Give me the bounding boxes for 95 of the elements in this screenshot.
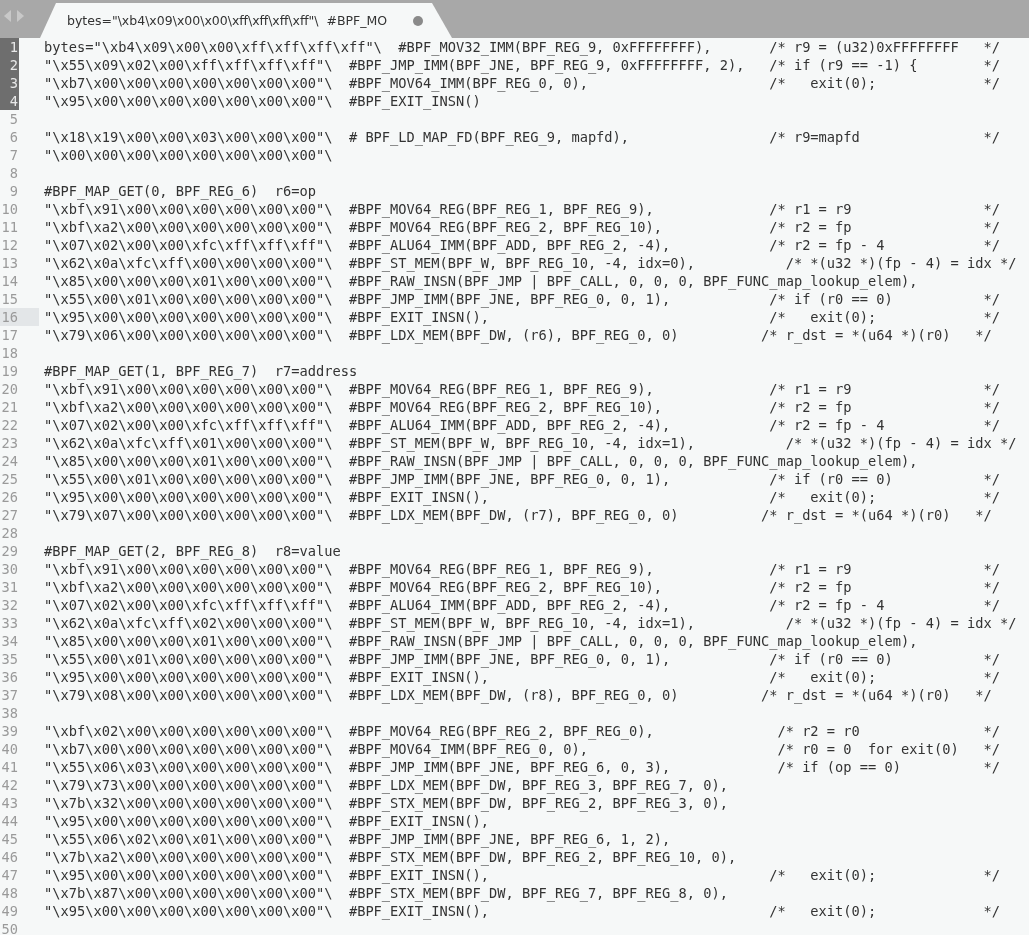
line-number: 50 [0,920,19,935]
code-line: "\x95\x00\x00\x00\x00\x00\x00\x00"\ #BPF_EXIT_INSN(), /* exit(0); */ [44,309,1000,325]
line-number: 21 [0,398,19,416]
code-line: "\xbf\xa2\x00\x00\x00\x00\x00\x00"\ #BPF_MOV64_REG(BPF_REG_2, BPF_REG_10), /* r2 = fp */ [44,219,1000,235]
code-line: "\x95\x00\x00\x00\x00\x00\x00\x00"\ #BPF_EXIT_INSN(), /* exit(0); */ [44,669,1000,685]
line-number: 17 [0,326,19,344]
line-number: 6 [8,128,19,146]
line-number: 8 [8,164,19,182]
line-number: 43 [0,794,19,812]
line-number: 49 [0,902,19,920]
code-line: "\xbf\xa2\x00\x00\x00\x00\x00\x00"\ #BPF_MOV64_REG(BPF_REG_2, BPF_REG_10), /* r2 = fp */ [44,579,1000,595]
line-number: 29 [0,542,19,560]
line-number: 10 [0,200,19,218]
code-line: #BPF_MAP_GET(1, BPF_REG_7) r7=address [44,363,358,379]
line-number: 36 [0,668,19,686]
line-number: 9 [8,182,19,200]
line-number: 28 [0,524,19,542]
line-number: 3 [0,74,39,92]
line-number: 24 [0,452,19,470]
code-line: "\x85\x00\x00\x00\x01\x00\x00\x00"\ #BPF_RAW_INSN(BPF_JMP | BPF_CALL, 0, 0, 0, BPF_FUNC_map_lookup_elem), [44,273,918,289]
code-line: "\x55\x00\x01\x00\x00\x00\x00\x00"\ #BPF_JMP_IMM(BPF_JNE, BPF_REG_0, 0, 1), /* if (r0 == 0) */ [44,471,1000,487]
line-number: 5 [8,110,19,128]
line-number: 27 [0,506,19,524]
line-number: 7 [8,146,19,164]
line-number: 26 [0,488,19,506]
code-line: "\x55\x00\x01\x00\x00\x00\x00\x00"\ #BPF_JMP_IMM(BPF_JNE, BPF_REG_0, 0, 1), /* if (r0 == 0) */ [44,291,1000,307]
code-line: "\x79\x08\x00\x00\x00\x00\x00\x00"\ #BPF_LDX_MEM(BPF_DW, (r8), BPF_REG_0, 0) /* r_dst = *(u64 *)(r0) */ [44,687,992,703]
code-line: "\x95\x00\x00\x00\x00\x00\x00\x00"\ #BPF_EXIT_INSN(), /* exit(0); */ [44,489,1000,505]
editor-tab[interactable]: bytes="\xb4\x09\x00\x00\xff\xff\xff\xff"\ #BPF_MO [40,3,452,38]
line-number: 20 [0,380,19,398]
code-line: "\x7b\x32\x00\x00\x00\x00\x00\x00"\ #BPF_STX_MEM(BPF_DW, BPF_REG_2, BPF_REG_3, 0), [44,795,728,811]
code-line: "\x00\x00\x00\x00\x00\x00\x00\x00"\ [44,147,333,163]
line-number: 48 [0,884,19,902]
code-line: "\x55\x06\x02\x00\x01\x00\x00\x00"\ #BPF_JMP_IMM(BPF_JNE, BPF_REG_6, 1, 2), [44,831,671,847]
line-number: 32 [0,596,19,614]
code-line: "\xb7\x00\x00\x00\x00\x00\x00\x00"\ #BPF_MOV64_IMM(BPF_REG_0, 0), /* exit(0); */ [44,75,1000,91]
code-line: #BPF_MAP_GET(2, BPF_REG_8) r8=value [44,543,341,559]
line-number: 45 [0,830,19,848]
code-line: bytes="\xb4\x09\x00\x00\xff\xff\xff\xff"\ #BPF_MOV32_IMM(BPF_REG_9, 0xFFFFFFFF), /* r9 = (u32)0xFFFFFFFF */ [44,39,1000,55]
code-line: "\x95\x00\x00\x00\x00\x00\x00\x00"\ #BPF_EXIT_INSN() [44,93,481,109]
code-line: "\x7b\xa2\x00\x00\x00\x00\x00\x00"\ #BPF_STX_MEM(BPF_DW, BPF_REG_2, BPF_REG_10, 0), [44,849,737,865]
line-number: 22 [0,416,19,434]
line-number: 30 [0,560,19,578]
code-line: "\x79\x73\x00\x00\x00\x00\x00\x00"\ #BPF_LDX_MEM(BPF_DW, BPF_REG_3, BPF_REG_7, 0), [44,777,728,793]
code-line: "\x79\x07\x00\x00\x00\x00\x00\x00"\ #BPF_LDX_MEM(BPF_DW, (r7), BPF_REG_0, 0) /* r_dst = *(u64 *)(r0) */ [44,507,992,523]
line-number: 44 [0,812,19,830]
code-line: "\xbf\xa2\x00\x00\x00\x00\x00\x00"\ #BPF_MOV64_REG(BPF_REG_2, BPF_REG_10), /* r2 = fp */ [44,399,1000,415]
code-line: "\x95\x00\x00\x00\x00\x00\x00\x00"\ #BPF_EXIT_INSN(), /* exit(0); */ [44,903,1000,919]
code-line: "\xb7\x00\x00\x00\x00\x00\x00\x00"\ #BPF_MOV64_IMM(BPF_REG_0, 0), /* r0 = 0 for exit(0) */ [44,741,1000,757]
code-line: "\x79\x06\x00\x00\x00\x00\x00\x00"\ #BPF_LDX_MEM(BPF_DW, (r6), BPF_REG_0, 0) /* r_dst = *(u64 *)(r0) */ [44,327,992,343]
code-line: "\x85\x00\x00\x00\x01\x00\x00\x00"\ #BPF_RAW_INSN(BPF_JMP | BPF_CALL, 0, 0, 0, BPF_FUNC_map_lookup_elem), [44,633,918,649]
code-line: "\xbf\x91\x00\x00\x00\x00\x00\x00"\ #BPF_MOV64_REG(BPF_REG_1, BPF_REG_9), /* r1 = r9 */ [44,201,1000,217]
code-line: "\x55\x00\x01\x00\x00\x00\x00\x00"\ #BPF_JMP_IMM(BPF_JNE, BPF_REG_0, 0, 1), /* if (r0 == 0) */ [44,651,1000,667]
code-line: #BPF_MAP_GET(0, BPF_REG_6) r6=op [44,183,316,199]
line-number: 42 [0,776,19,794]
line-number: 38 [0,704,19,722]
line-number: 16 [0,308,39,326]
code-line: "\x07\x02\x00\x00\xfc\xff\xff\xff"\ #BPF_ALU64_IMM(BPF_ADD, BPF_REG_2, -4), /* r2 = fp - 4 */ [44,417,1000,433]
line-number: 37 [0,686,19,704]
line-number: 18 [0,344,19,362]
code-line: "\xbf\x91\x00\x00\x00\x00\x00\x00"\ #BPF_MOV64_REG(BPF_REG_1, BPF_REG_9), /* r1 = r9 */ [44,561,1000,577]
code-line: "\x55\x09\x02\x00\xff\xff\xff\xff"\ #BPF_JMP_IMM(BPF_JNE, BPF_REG_9, 0xFFFFFFFF, 2), /* if (r9 == -1) { */ [44,57,1000,73]
line-number: 14 [0,272,19,290]
line-number: 12 [0,236,19,254]
line-number: 4 [0,92,39,110]
code-line: "\x62\x0a\xfc\xff\x00\x00\x00\x00"\ #BPF_ST_MEM(BPF_W, BPF_REG_10, -4, idx=0), /* *(u32 *)(fp - 4) = idx */ [44,255,1017,271]
line-number: 23 [0,434,19,452]
code-line: "\x95\x00\x00\x00\x00\x00\x00\x00"\ #BPF_EXIT_INSN(), /* exit(0); */ [44,867,1000,883]
line-number: 13 [0,254,19,272]
line-number: 25 [0,470,19,488]
code-line: "\x55\x06\x03\x00\x00\x00\x00\x00"\ #BPF_JMP_IMM(BPF_JNE, BPF_REG_6, 0, 3), /* if (op == 0) */ [44,759,1000,775]
line-number: 34 [0,632,19,650]
code-line: "\xbf\x91\x00\x00\x00\x00\x00\x00"\ #BPF_MOV64_REG(BPF_REG_1, BPF_REG_9), /* r1 = r9 */ [44,381,1000,397]
line-number: 31 [0,578,19,596]
code-line: "\x62\x0a\xfc\xff\x02\x00\x00\x00"\ #BPF_ST_MEM(BPF_W, BPF_REG_10, -4, idx=1), /* *(u32 *)(fp - 4) = idx */ [44,615,1017,631]
line-number: 41 [0,758,19,776]
line-number: 1 [0,38,39,56]
line-number: 2 [0,56,39,74]
line-number: 46 [0,848,19,866]
line-number: 39 [0,722,19,740]
line-number: 47 [0,866,19,884]
code-line: "\x7b\x87\x00\x00\x00\x00\x00\x00"\ #BPF_STX_MEM(BPF_DW, BPF_REG_7, BPF_REG_8, 0), [44,885,728,901]
code-line: "\x18\x19\x00\x00\x03\x00\x00\x00"\ # BPF_LD_MAP_FD(BPF_REG_9, mapfd), /* r9=mapfd */ [44,129,1000,145]
line-number: 33 [0,614,19,632]
line-number: 11 [0,218,19,236]
line-number: 40 [0,740,19,758]
code-line: "\x07\x02\x00\x00\xfc\xff\xff\xff"\ #BPF_ALU64_IMM(BPF_ADD, BPF_REG_2, -4), /* r2 = fp - 4 */ [44,237,1000,253]
code-line: "\x95\x00\x00\x00\x00\x00\x00\x00"\ #BPF_EXIT_INSN(), [44,813,489,829]
code-line: "\x07\x02\x00\x00\xfc\xff\xff\xff"\ #BPF_ALU64_IMM(BPF_ADD, BPF_REG_2, -4), /* r2 = fp - 4 */ [44,597,1000,613]
line-number: 15 [0,290,19,308]
code-line: "\xbf\x02\x00\x00\x00\x00\x00\x00"\ #BPF_MOV64_REG(BPF_REG_2, BPF_REG_0), /* r2 = r0 */ [44,723,1000,739]
line-number: 19 [0,362,19,380]
code-line: "\x85\x00\x00\x00\x01\x00\x00\x00"\ #BPF_RAW_INSN(BPF_JMP | BPF_CALL, 0, 0, 0, BPF_FUNC_map_lookup_elem), [44,453,918,469]
line-number: 35 [0,650,19,668]
code-line: "\x62\x0a\xfc\xff\x01\x00\x00\x00"\ #BPF_ST_MEM(BPF_W, BPF_REG_10, -4, idx=1), /* *(u32 *)(fp - 4) = idx */ [44,435,1017,451]
